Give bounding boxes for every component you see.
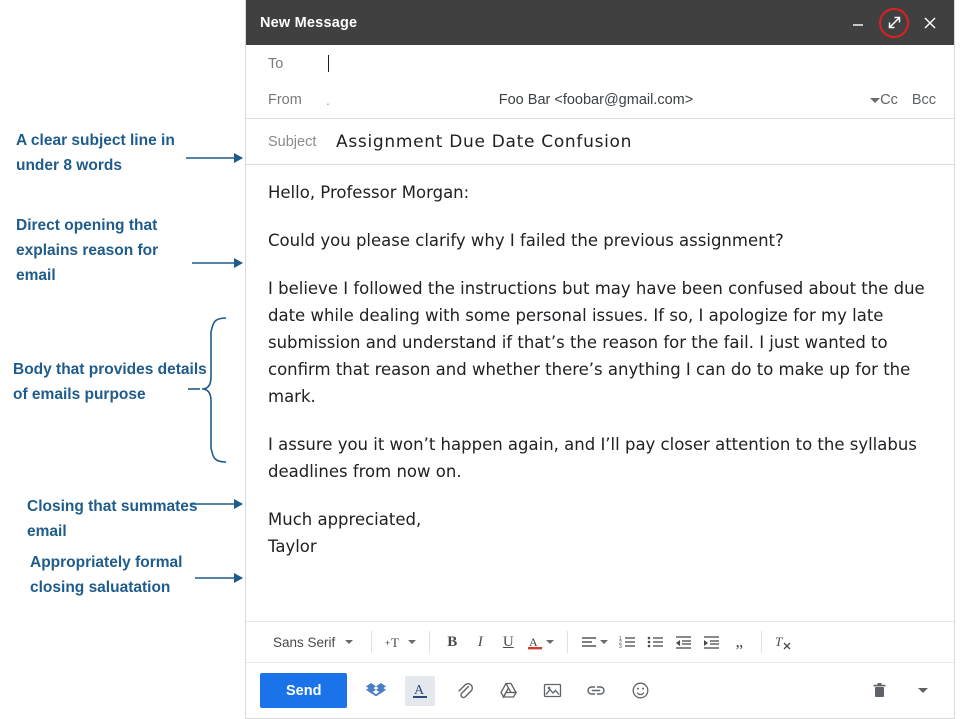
more-chevron-down-icon <box>918 688 928 693</box>
toolbar-divider-2 <box>429 631 430 653</box>
right-margin <box>955 0 974 719</box>
annotation-body-note: Body that provides details of emails pur… <box>13 357 208 407</box>
svg-text:A: A <box>529 635 538 649</box>
text-color-icon[interactable]: A <box>523 627 558 657</box>
to-field-row[interactable]: To <box>246 45 954 82</box>
svg-text:3: 3 <box>619 644 622 649</box>
annotation-salutation-note: Appropriately formal closing saluatation <box>30 550 215 600</box>
subject-input[interactable]: Assignment Due Date Confusion <box>336 132 632 152</box>
svg-text:T: T <box>775 634 783 649</box>
subject-label: Subject <box>268 134 324 150</box>
toolbar-divider <box>371 631 372 653</box>
bcc-button[interactable]: Bcc <box>912 92 936 108</box>
font-size-icon[interactable]: +T <box>381 627 420 657</box>
subject-field-row[interactable]: Subject Assignment Due Date Confusion <box>246 119 954 165</box>
more-options-icon[interactable] <box>908 676 938 706</box>
compose-title: New Message <box>260 15 846 31</box>
minimize-icon[interactable] <box>846 11 870 35</box>
body-closing: I assure you it won’t happen again, and … <box>268 431 932 485</box>
insert-emoji-icon[interactable] <box>625 676 655 706</box>
formatting-toolbar: Sans Serif +T B I U A 123 <box>246 621 954 662</box>
indent-less-icon[interactable] <box>670 627 696 657</box>
align-chevron-down-icon <box>600 640 608 644</box>
annotation-closing-note: Closing that summates email <box>27 494 207 544</box>
font-family-chevron-down-icon <box>345 640 353 644</box>
formatting-options-icon[interactable]: A <box>405 676 435 706</box>
underline-icon[interactable]: U <box>495 627 521 657</box>
attach-file-icon[interactable] <box>449 676 479 706</box>
compose-window: New Message To <box>245 0 955 719</box>
send-button[interactable]: Send <box>260 673 347 708</box>
compose-titlebar: New Message <box>246 0 954 45</box>
annotation-opening-note: Direct opening that explains reason for … <box>16 213 201 288</box>
send-toolbar: Send A <box>246 662 954 718</box>
indent-more-icon[interactable] <box>698 627 724 657</box>
annotation-panel: A clear subject line in under 8 words Di… <box>0 0 245 719</box>
numbered-list-icon[interactable]: 123 <box>614 627 640 657</box>
font-family-label: Sans Serif <box>273 635 335 650</box>
italic-icon[interactable]: I <box>467 627 493 657</box>
body-signature: Taylor <box>268 533 932 560</box>
close-icon[interactable] <box>918 11 942 35</box>
to-text-caret <box>328 55 329 72</box>
font-size-chevron-down-icon <box>408 640 416 644</box>
body-main: I believe I followed the instructions bu… <box>268 275 932 410</box>
cc-button[interactable]: Cc <box>880 92 898 108</box>
from-label: From <box>268 92 324 108</box>
text-color-chevron-down-icon <box>546 640 554 644</box>
window-controls <box>846 11 942 35</box>
from-value[interactable]: Foo Bar <foobar@gmail.com> <box>330 92 862 108</box>
svg-text:A: A <box>414 683 425 698</box>
body-signoff: Much appreciated, <box>268 506 932 533</box>
from-chevron-down-icon[interactable] <box>870 98 880 103</box>
remove-formatting-icon[interactable]: T <box>771 627 797 657</box>
expand-icon[interactable] <box>882 11 906 35</box>
insert-drive-icon[interactable] <box>493 676 523 706</box>
toolbar-divider-4 <box>761 631 762 653</box>
annotation-subject-note: A clear subject line in under 8 words <box>16 128 196 178</box>
body-greeting: Hello, Professor Morgan: <box>268 179 932 206</box>
dropbox-icon[interactable] <box>361 676 391 706</box>
body-opening: Could you please clarify why I failed th… <box>268 227 932 254</box>
from-field-row: From . Foo Bar <foobar@gmail.com> Cc Bcc <box>246 82 954 119</box>
cc-bcc-group: Cc Bcc <box>880 92 936 108</box>
to-label: To <box>268 56 324 72</box>
font-family-select[interactable]: Sans Serif <box>262 627 362 657</box>
toolbar-divider-3 <box>567 631 568 653</box>
align-icon[interactable] <box>577 627 612 657</box>
discard-draft-icon[interactable] <box>864 676 894 706</box>
message-body[interactable]: Hello, Professor Morgan: Could you pleas… <box>246 165 954 621</box>
quote-icon[interactable]: „ <box>726 627 752 657</box>
expand-highlight-circle <box>879 8 909 38</box>
bold-icon[interactable]: B <box>439 627 465 657</box>
bulleted-list-icon[interactable] <box>642 627 668 657</box>
svg-text:+: + <box>385 638 390 648</box>
insert-link-icon[interactable] <box>581 676 611 706</box>
insert-photo-icon[interactable] <box>537 676 567 706</box>
svg-text:T: T <box>391 635 399 650</box>
